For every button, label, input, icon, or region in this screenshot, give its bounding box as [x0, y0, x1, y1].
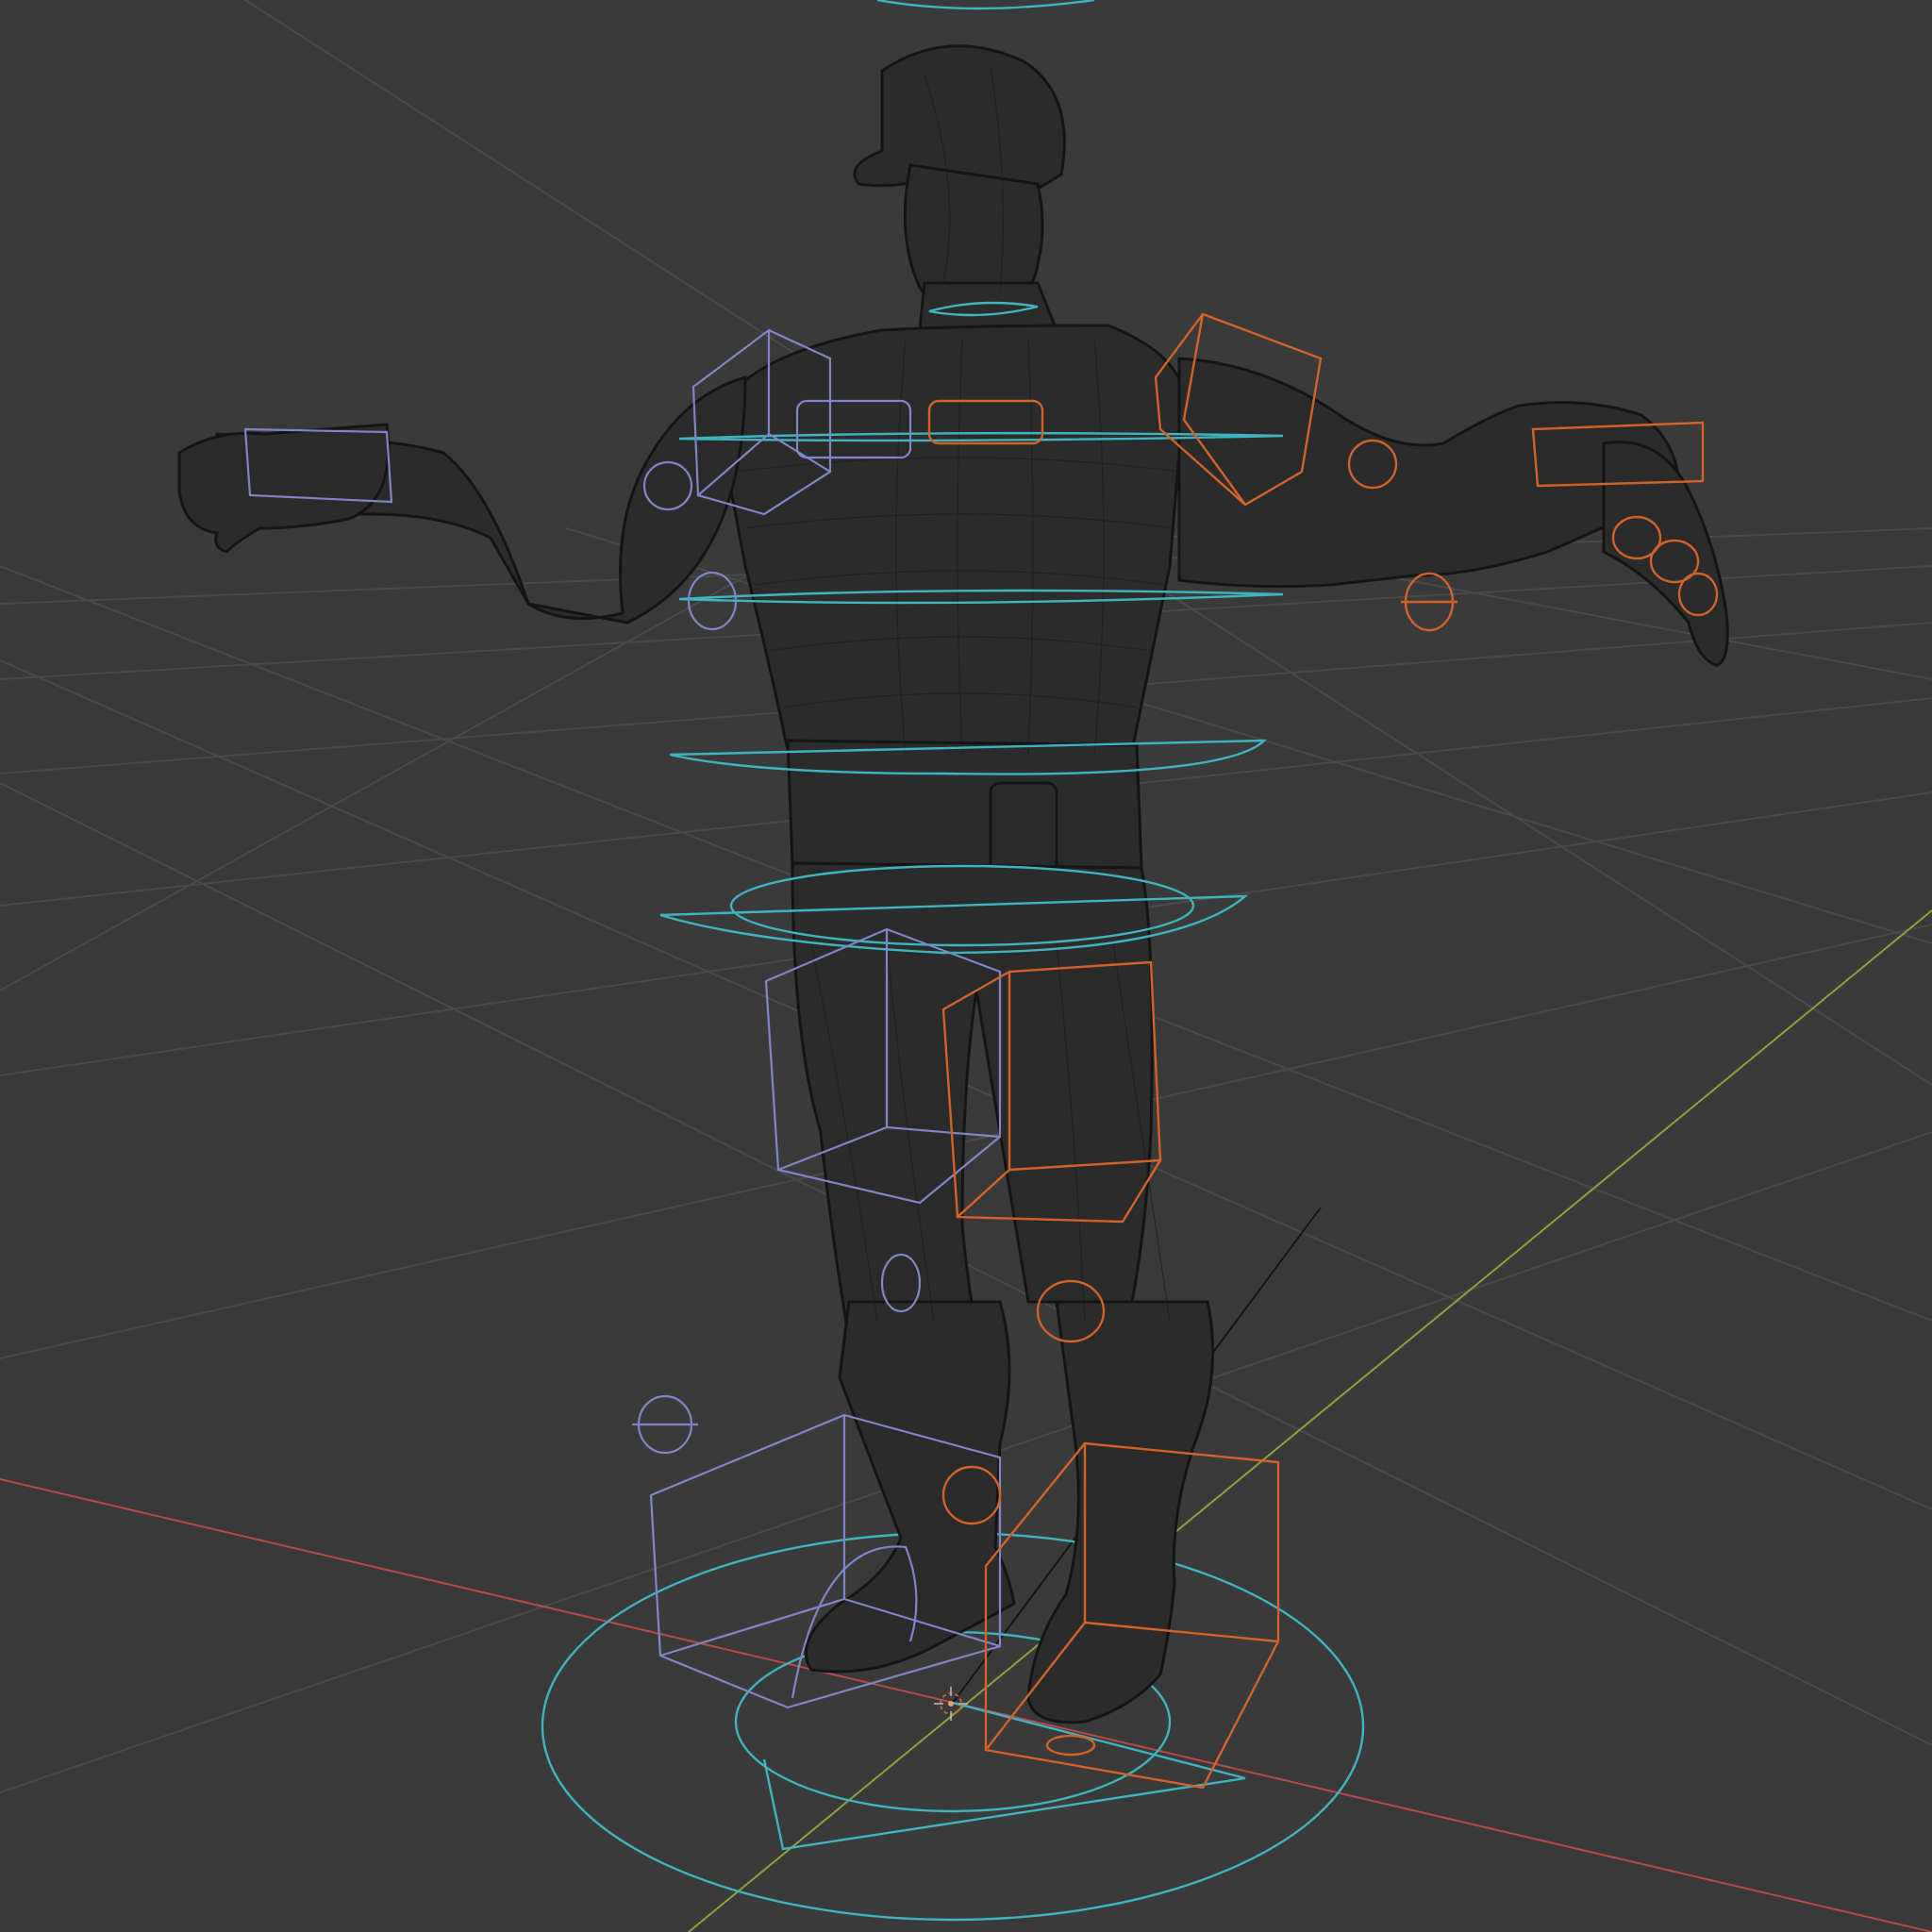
3d-cursor-icon[interactable] — [934, 1687, 968, 1721]
character-mesh[interactable] — [177, 44, 1729, 1724]
3d-viewport[interactable] — [0, 0, 1932, 1932]
viewport-canvas[interactable] — [0, 0, 1932, 1932]
head-top-control[interactable] — [876, 0, 1095, 10]
